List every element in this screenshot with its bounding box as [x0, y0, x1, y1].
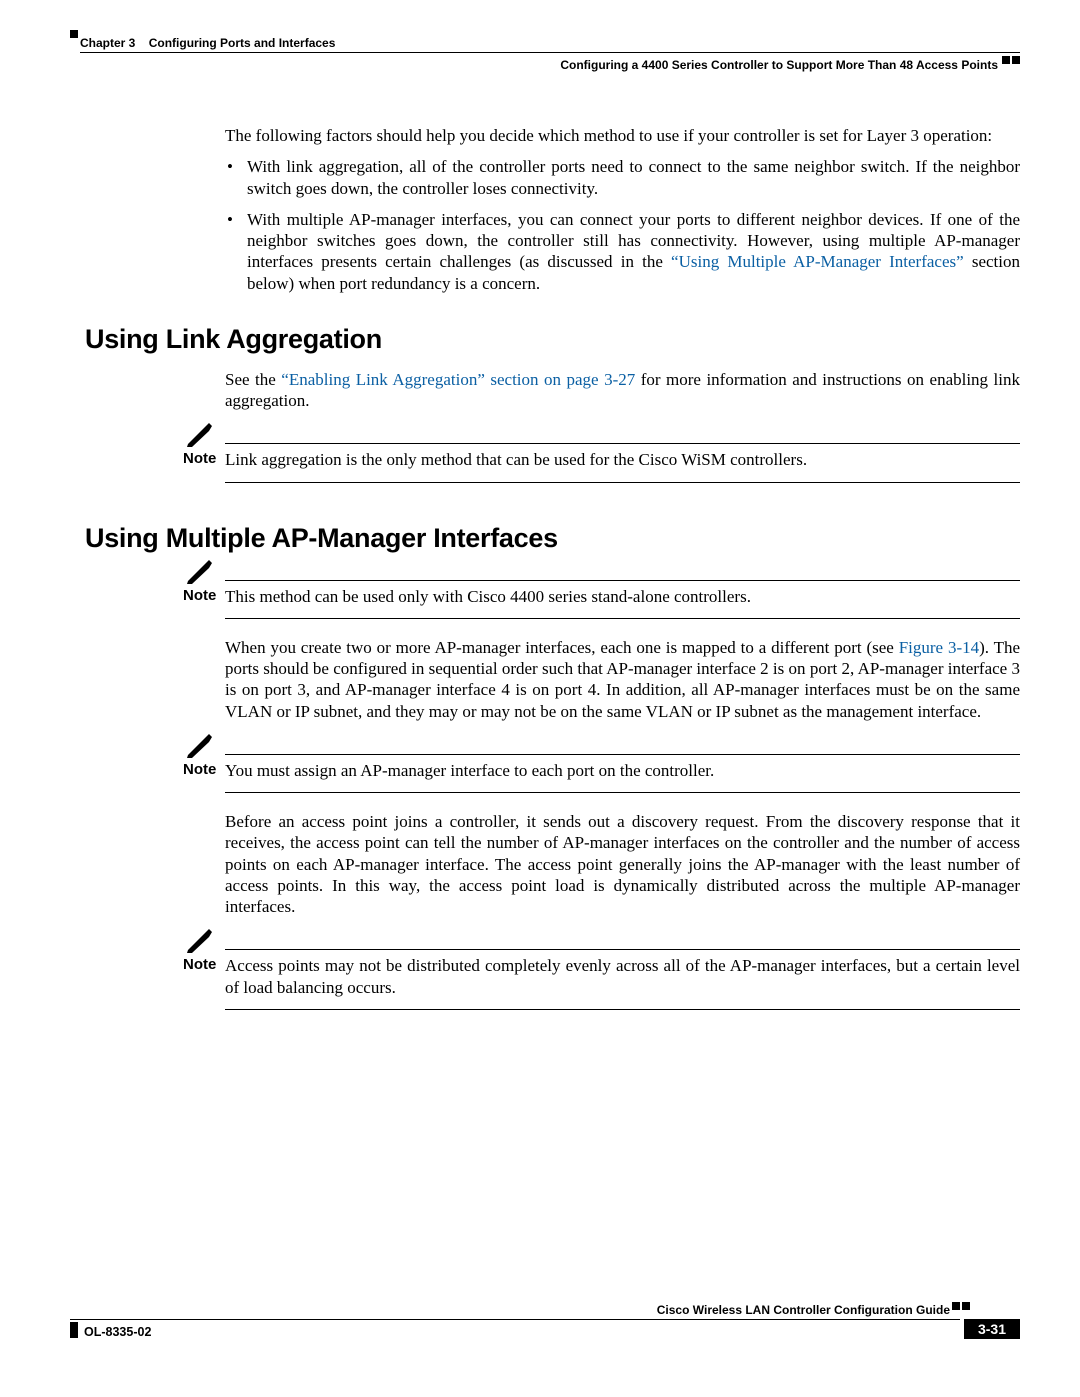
pencil-icon	[185, 421, 213, 447]
cross-reference-link[interactable]: “Enabling Link Aggregation” section on p…	[281, 370, 635, 389]
list-item: With multiple AP-manager interfaces, you…	[225, 209, 1020, 294]
note-label: Note	[183, 761, 216, 778]
note-rule	[225, 482, 1020, 483]
note-label: Note	[183, 587, 216, 604]
footer-doc-number: OL-8335-02	[84, 1325, 151, 1339]
header-square-icon	[1002, 56, 1010, 64]
note-rule	[225, 754, 1020, 755]
cross-reference-link[interactable]: Figure 3-14	[899, 638, 979, 657]
footer-guide-title: Cisco Wireless LAN Controller Configurat…	[657, 1303, 950, 1317]
apm-paragraph-2: Before an access point joins a controlle…	[225, 811, 1020, 917]
note-rule	[225, 949, 1020, 950]
note-text: You must assign an AP-manager interface …	[225, 744, 1020, 787]
la-pre: See the	[225, 370, 281, 389]
note-label: Note	[183, 956, 216, 973]
note-text: Link aggregation is the only method that…	[225, 433, 1020, 476]
page-footer: Cisco Wireless LAN Controller Configurat…	[70, 1307, 1020, 1357]
heading-using-multiple-apmanager: Using Multiple AP-Manager Interfaces	[85, 523, 1020, 554]
note-rule	[225, 618, 1020, 619]
note-rule	[225, 1009, 1020, 1010]
page-number: 3-31	[978, 1321, 1006, 1337]
footer-rule	[70, 1319, 960, 1320]
note-block: Note This method can be used only with C…	[85, 570, 1020, 619]
page-number-badge: 3-31	[964, 1319, 1020, 1339]
note-block: Note Access points may not be distribute…	[85, 939, 1020, 1010]
footer-square-icon	[952, 1302, 960, 1310]
page-header: Chapter 3 Configuring Ports and Interfac…	[70, 30, 1020, 90]
la-paragraph: See the “Enabling Link Aggregation” sect…	[225, 369, 1020, 412]
note-rule	[225, 792, 1020, 793]
intro-paragraph: The following factors should help you de…	[225, 125, 1020, 146]
pencil-icon	[185, 927, 213, 953]
note-rule	[225, 443, 1020, 444]
footer-marker	[70, 1322, 78, 1338]
list-item: With link aggregation, all of the contro…	[225, 156, 1020, 199]
factor-list: With link aggregation, all of the contro…	[225, 156, 1020, 294]
header-square-icon	[1012, 56, 1020, 64]
pencil-icon	[185, 558, 213, 584]
apm-paragraph-1: When you create two or more AP-manager i…	[225, 637, 1020, 722]
apm1-pre: When you create two or more AP-manager i…	[225, 638, 899, 657]
cross-reference-link[interactable]: “Using Multiple AP-Manager Interfaces”	[671, 252, 964, 271]
footer-square-icon	[962, 1302, 970, 1310]
note-block: Note Link aggregation is the only method…	[85, 433, 1020, 482]
note-label: Note	[183, 450, 216, 467]
note-text: This method can be used only with Cisco …	[225, 570, 1020, 613]
chapter-line: Chapter 3 Configuring Ports and Interfac…	[80, 36, 335, 50]
heading-using-link-aggregation: Using Link Aggregation	[85, 324, 1020, 355]
header-marker	[70, 30, 78, 38]
header-rule	[80, 52, 1020, 53]
content-area: The following factors should help you de…	[70, 125, 1020, 1277]
note-rule	[225, 580, 1020, 581]
pencil-icon	[185, 732, 213, 758]
section-title: Configuring a 4400 Series Controller to …	[560, 58, 998, 72]
bullet-text: With link aggregation, all of the contro…	[247, 157, 1020, 197]
chapter-label: Chapter 3	[80, 36, 135, 50]
note-block: Note You must assign an AP-manager inter…	[85, 744, 1020, 793]
chapter-title: Configuring Ports and Interfaces	[149, 36, 336, 50]
